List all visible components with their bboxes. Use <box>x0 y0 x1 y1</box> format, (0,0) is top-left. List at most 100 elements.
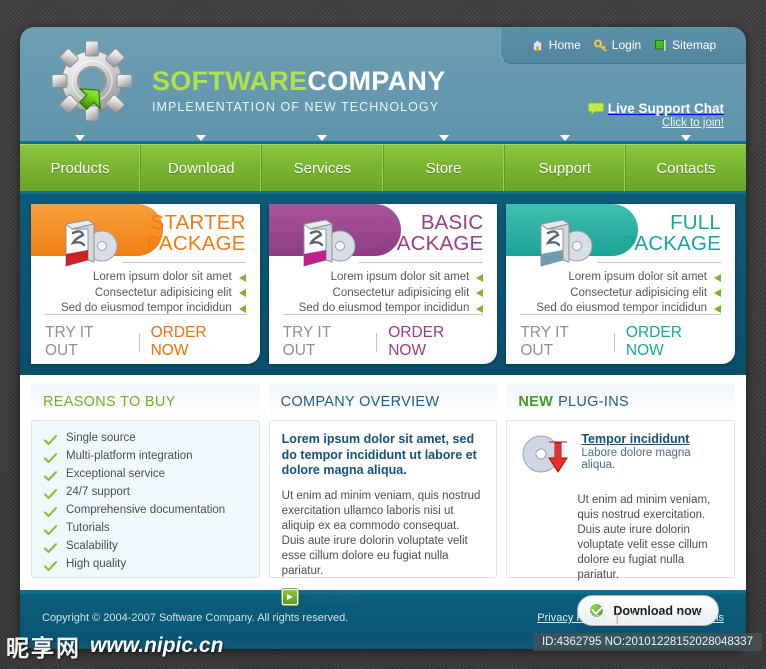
watermark-url-text: www.nipic.cn <box>90 634 224 657</box>
package-title-line1: FULL <box>670 211 722 234</box>
panel-header: REASONS TO BUY <box>31 384 260 420</box>
package-feature: Consectetur adipisicing elit <box>536 286 722 302</box>
package-card-starter: STARTER PACKAGE Lorem ipsum dolor sit am… <box>31 204 260 364</box>
page-shell: SOFTWARECOMPANY IMPLEMENTATION OF NEW TE… <box>20 27 746 649</box>
top-link-home[interactable]: Home <box>530 38 581 52</box>
package-feature: Consectetur adipisicing elit <box>299 286 484 302</box>
watermark-id-tag: ID:4362795 NO:20101228152028048337 <box>532 633 762 651</box>
plugin-title-link[interactable]: Tempor incididunt <box>581 432 722 446</box>
plugin-body: Ut enim ad minim veniam, quis nostrud ex… <box>577 494 711 581</box>
watermark-cn-text: 昵享网 <box>6 636 81 662</box>
list-item: Multi-platform integration <box>43 450 247 463</box>
package-feature: Lorem ipsum dolor sit amet <box>536 270 722 286</box>
try-it-out-button[interactable]: TRY IT OUT <box>45 324 128 360</box>
order-now-button[interactable]: ORDER NOW <box>151 324 246 360</box>
read-more-link[interactable]: Read more <box>305 591 362 603</box>
list-item: Exceptional service <box>43 468 247 481</box>
package-title-full: FULL PACKAGE <box>622 211 722 255</box>
list-item-label: Scalability <box>66 540 118 552</box>
list-item-label: 24/7 support <box>66 486 130 498</box>
overview-body: Ut enim ad minim veniam, quis nostrud ex… <box>281 489 481 577</box>
list-item: Single source <box>43 432 247 445</box>
live-support-chat[interactable]: Live Support Chat Click to join! <box>587 101 724 129</box>
divider <box>45 314 246 315</box>
package-title-line2: PACKAGE <box>146 231 246 255</box>
list-item-label: Exceptional service <box>66 468 166 480</box>
read-more-row: Read more <box>281 588 485 605</box>
top-link-sitemap[interactable]: Sitemap <box>654 38 716 52</box>
arrow-left-icon <box>476 304 484 313</box>
nav-item-store-label: Store <box>425 159 462 177</box>
list-item-label: Tutorials <box>66 522 110 534</box>
list-item: High quality <box>43 558 247 571</box>
list-item-label: High quality <box>66 558 127 570</box>
brand-primary: SOFTWARE <box>152 66 308 96</box>
plugin-subtitle: Labore dolore magna aliqua. <box>581 447 691 471</box>
arrow-left-icon <box>714 304 722 313</box>
chevron-down-icon <box>680 135 691 141</box>
nav-item-contacts-label: Contacts <box>656 159 716 177</box>
nav-item-contacts[interactable]: Contacts <box>626 135 746 191</box>
nav-item-support[interactable]: Support <box>505 135 626 191</box>
package-feature-list: Lorem ipsum dolor sit amet Consectetur a… <box>299 270 484 317</box>
software-box-cd-icon <box>292 216 366 270</box>
check-icon <box>43 541 58 553</box>
nav-item-download[interactable]: Download <box>141 135 263 191</box>
check-icon <box>43 451 58 463</box>
chevron-down-icon <box>438 135 449 141</box>
arrow-left-icon <box>238 289 246 298</box>
home-icon <box>530 38 544 52</box>
list-item-label: Multi-platform integration <box>66 450 193 462</box>
divider <box>613 332 615 352</box>
play-arrow-icon <box>281 588 298 605</box>
chevron-down-icon <box>559 135 570 141</box>
terms-conditions-link[interactable]: Terms & Conditions <box>629 612 724 624</box>
divider <box>520 314 722 315</box>
order-now-button[interactable]: ORDER NOW <box>388 324 483 360</box>
chevron-down-icon <box>317 135 328 141</box>
plugin-item-header: Tempor incididunt Labore dolore magna al… <box>519 432 722 484</box>
chevron-down-icon <box>75 135 86 141</box>
divider <box>376 332 378 352</box>
package-title-starter: STARTER PACKAGE <box>146 211 246 255</box>
logo-block[interactable]: SOFTWARECOMPANY IMPLEMENTATION OF NEW TE… <box>46 37 446 129</box>
package-feature-list: Lorem ipsum dolor sit amet Consectetur a… <box>61 270 246 317</box>
arrow-left-icon <box>476 273 484 282</box>
footer-links: Privacy Policy | Terms & Conditions <box>537 612 724 624</box>
package-feature-label: Lorem ipsum dolor sit amet <box>92 271 232 283</box>
top-link-home-label: Home <box>548 38 581 52</box>
panel-header: NEW PLUG-INS <box>506 384 736 420</box>
check-icon <box>43 469 58 481</box>
panel-reasons-to-buy: REASONS TO BUY Single source Multi-platf… <box>31 384 260 578</box>
list-item-label: Comprehensive documentation <box>66 504 226 516</box>
live-support-title: Live Support Chat <box>607 101 724 116</box>
software-box-cd-icon <box>529 216 603 270</box>
nav-item-store[interactable]: Store <box>384 135 505 191</box>
top-link-login[interactable]: Login <box>593 38 641 52</box>
panel-body: Lorem ipsum dolor sit amet, sed do tempo… <box>268 420 498 605</box>
package-title-line1: STARTER <box>150 211 246 234</box>
divider <box>359 262 484 263</box>
divider <box>597 262 722 263</box>
arrow-left-icon <box>714 273 722 282</box>
package-feature: Consectetur adipisicing elit <box>61 286 246 302</box>
check-icon <box>43 505 58 517</box>
divider: | <box>615 612 619 624</box>
panel-body: Tempor incididunt Labore dolore magna al… <box>506 420 736 626</box>
package-title-line2: PACKAGE <box>622 231 722 255</box>
flag-icon <box>654 39 667 52</box>
panel-body: Single source Multi-platform integration… <box>31 420 260 578</box>
panel-title: REASONS TO BUY <box>43 394 176 410</box>
nav-item-services[interactable]: Services <box>262 135 384 191</box>
nav-item-products[interactable]: Products <box>20 135 142 191</box>
copyright-text: Copyright © 2004-2007 Software Company. … <box>42 612 349 624</box>
try-it-out-button[interactable]: TRY IT OUT <box>520 324 603 360</box>
gear-with-arrow-icon <box>46 37 138 129</box>
package-title-line1: BASIC <box>420 211 484 234</box>
package-feature-label: Lorem ipsum dolor sit amet <box>568 271 708 283</box>
try-it-out-button[interactable]: TRY IT OUT <box>283 324 366 360</box>
order-now-button[interactable]: ORDER NOW <box>626 324 721 360</box>
nav-item-download-label: Download <box>167 159 235 177</box>
package-title-line2: PACKAGE <box>384 231 484 255</box>
package-feature: Lorem ipsum dolor sit amet <box>299 270 484 286</box>
